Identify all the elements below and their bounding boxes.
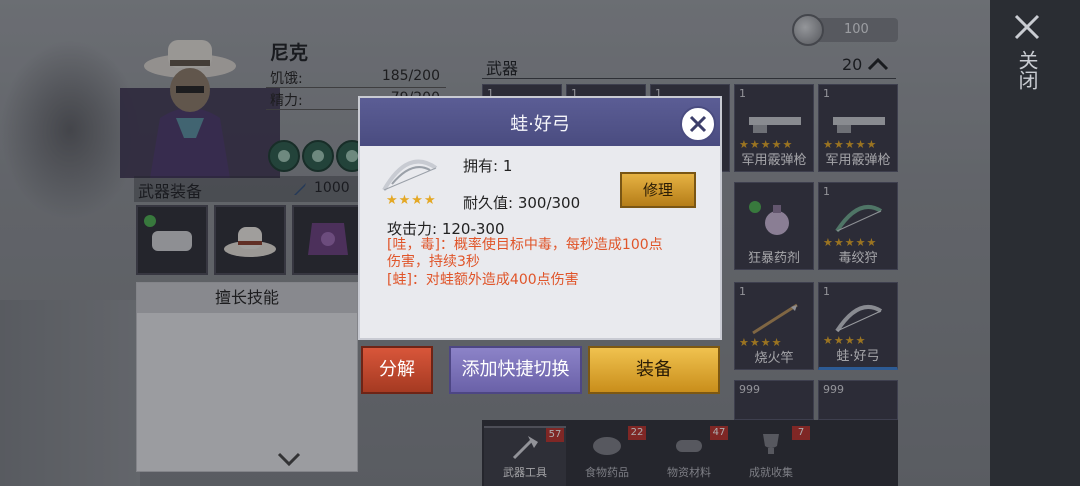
add-quick-switch-button[interactable]: 添加快捷切换 (449, 346, 582, 394)
bow-icon (382, 159, 438, 191)
dialog-title: 蛙·好弓 (510, 114, 570, 135)
durability: 耐久值: 300/300 (463, 194, 581, 212)
close-label[interactable]: 关闭 (1014, 50, 1039, 90)
repair-button[interactable]: 修理 (620, 172, 696, 208)
attack-range: 攻击力: 120-300 (387, 220, 505, 238)
close-icon[interactable] (1012, 12, 1042, 42)
item-description: 伤害，持续3秒 (387, 254, 480, 270)
dialog-header: 蛙·好弓 (360, 98, 720, 146)
item-description: [蛙]：对蛙额外造成400点伤害 (387, 272, 579, 288)
dialog-close-button[interactable] (680, 106, 716, 142)
owned-count: 拥有: 1 (463, 157, 513, 175)
close-icon (689, 115, 707, 133)
item-stars: ★★★★ (386, 193, 437, 208)
item-description: [哇，毒]：概率使目标中毒，每秒造成100点 (387, 237, 663, 253)
decompose-button[interactable]: 分解 (361, 346, 433, 394)
equip-button[interactable]: 装备 (588, 346, 720, 394)
